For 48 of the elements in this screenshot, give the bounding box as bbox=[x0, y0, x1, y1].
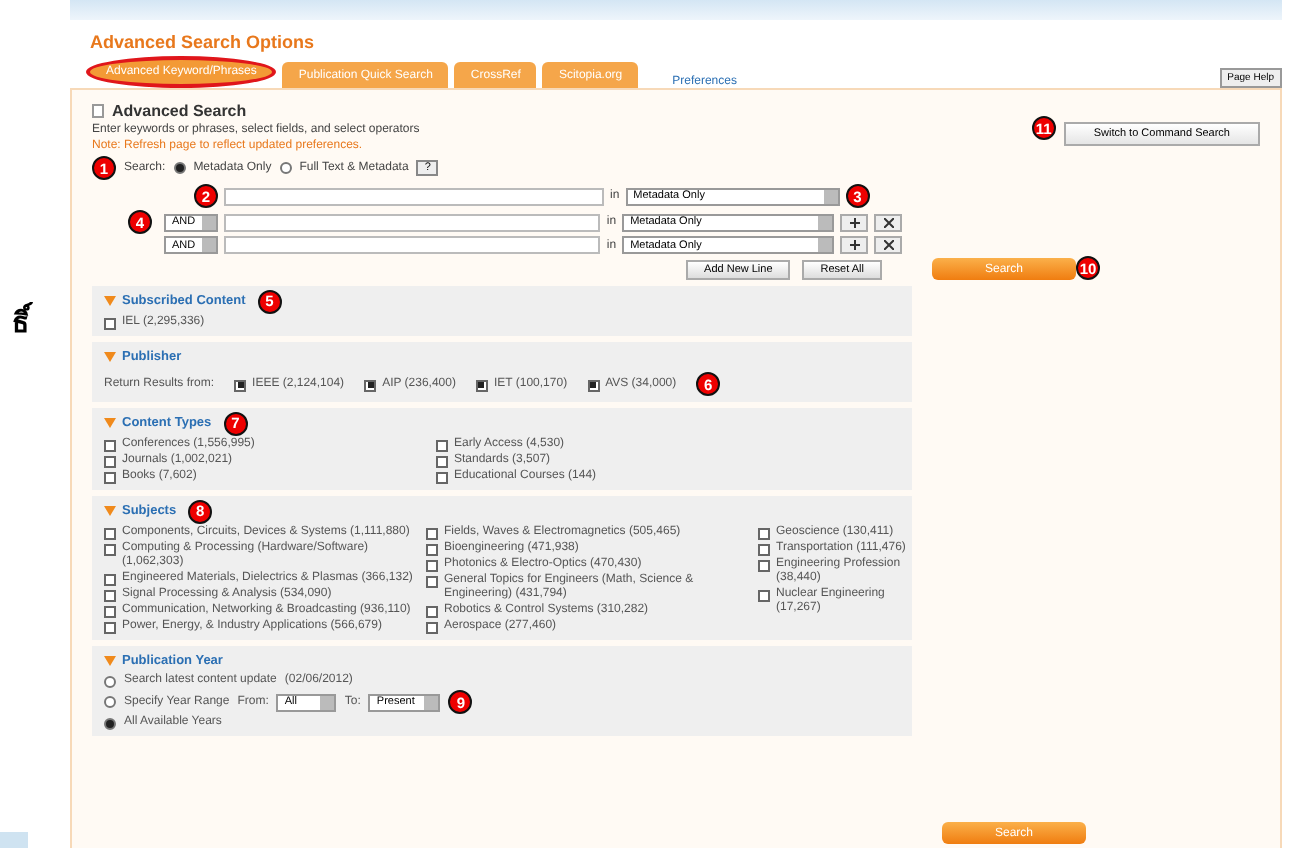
radio-button[interactable] bbox=[104, 717, 116, 729]
checkbox[interactable] bbox=[104, 544, 116, 556]
checkbox[interactable] bbox=[587, 379, 600, 391]
remove-row-button[interactable] bbox=[874, 236, 902, 254]
plus-icon bbox=[849, 240, 860, 250]
radio-button[interactable] bbox=[173, 162, 186, 174]
checkbox[interactable] bbox=[436, 440, 448, 452]
panel-title: Advanced Search bbox=[112, 102, 247, 120]
checkbox[interactable] bbox=[758, 560, 770, 572]
checkbox[interactable] bbox=[475, 379, 488, 391]
checkbox[interactable] bbox=[104, 440, 116, 452]
checkbox[interactable] bbox=[436, 472, 448, 484]
add-row-button[interactable] bbox=[840, 213, 869, 231]
checkbox[interactable] bbox=[104, 318, 116, 330]
checkbox[interactable] bbox=[104, 528, 116, 540]
checkbox[interactable] bbox=[104, 456, 116, 468]
keyword-input[interactable] bbox=[224, 187, 604, 205]
checkbox[interactable] bbox=[426, 560, 438, 572]
page-title: Advanced Search Options bbox=[90, 32, 317, 52]
checkbox[interactable] bbox=[758, 590, 770, 602]
radio-button[interactable] bbox=[104, 675, 116, 687]
checkbox[interactable] bbox=[758, 528, 770, 540]
keyword-input[interactable] bbox=[224, 213, 601, 231]
checkbox[interactable] bbox=[104, 622, 116, 634]
keyword-input[interactable] bbox=[224, 236, 601, 254]
plus-icon bbox=[849, 217, 860, 227]
side-glyph: ธิ์ bbox=[12, 300, 30, 344]
checkbox[interactable] bbox=[436, 456, 448, 468]
checkbox[interactable] bbox=[758, 544, 770, 556]
checkbox[interactable] bbox=[426, 622, 438, 634]
close-icon bbox=[883, 217, 894, 227]
checkbox[interactable] bbox=[364, 379, 377, 391]
close-icon bbox=[883, 240, 894, 250]
checkbox[interactable] bbox=[234, 379, 247, 391]
checkbox[interactable] bbox=[104, 574, 116, 586]
checkbox[interactable] bbox=[426, 528, 438, 540]
checkbox[interactable] bbox=[104, 472, 116, 484]
checkbox[interactable] bbox=[104, 590, 116, 602]
checkbox[interactable] bbox=[104, 606, 116, 618]
remove-row-button[interactable] bbox=[874, 213, 902, 231]
radio-button[interactable] bbox=[279, 162, 292, 174]
radio-button[interactable] bbox=[104, 696, 116, 708]
checkbox[interactable] bbox=[426, 576, 438, 588]
checkbox[interactable] bbox=[426, 544, 438, 556]
document-icon bbox=[92, 104, 104, 118]
side-strip bbox=[0, 832, 28, 848]
checkbox[interactable] bbox=[426, 606, 438, 618]
add-row-button[interactable] bbox=[840, 236, 869, 254]
